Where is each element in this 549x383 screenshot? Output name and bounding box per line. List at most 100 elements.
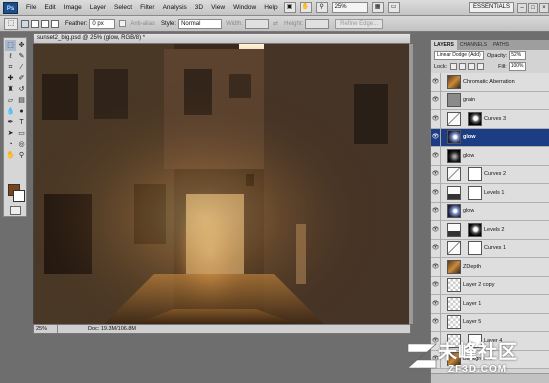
layer-row[interactable]: 👁 Layer 2 copy [431,276,549,295]
menu-window[interactable]: Window [229,0,260,16]
width-input[interactable] [245,18,270,29]
layer-thumbnail[interactable] [447,74,461,89]
bridge-icon[interactable]: ▣ [283,2,296,13]
lock-all-icon[interactable] [477,63,485,70]
layer-thumbnail[interactable] [447,111,461,126]
swap-icon[interactable]: ⇄ [273,20,278,27]
workspace-switcher[interactable]: ESSENTIALS [468,2,514,13]
add-selection-icon[interactable] [31,19,39,28]
intersect-selection-icon[interactable] [51,19,59,28]
visibility-eye-icon[interactable]: 👁 [431,294,441,313]
mask-link-icon[interactable] [463,241,467,255]
marquee-preset-icon[interactable]: ⬚ [4,17,18,30]
visibility-eye-icon[interactable]: 👁 [431,128,441,147]
menu-analysis[interactable]: Analysis [159,0,191,16]
layer-row[interactable]: 👁 ZDepth [431,257,549,277]
maximize-button[interactable]: □ [528,2,538,13]
subtract-selection-icon[interactable] [41,19,49,28]
height-input[interactable] [305,18,330,29]
blend-mode-select[interactable]: Linear Dodge (Add) [434,51,484,60]
3d-orbit-icon[interactable]: ◎ [16,139,27,150]
crop-tool-icon[interactable]: ⌗ [5,62,16,73]
visibility-eye-icon[interactable]: 👁 [431,257,441,276]
menu-layer[interactable]: Layer [86,0,110,16]
eraser-tool-icon[interactable]: ▱ [5,95,16,106]
brush-tool-icon[interactable]: ✐ [16,73,27,84]
layer-row[interactable]: 👁 Levels 2 [431,220,549,240]
menu-3d[interactable]: 3D [191,0,207,16]
marquee-tool-icon[interactable]: ⬚ [5,40,16,51]
close-button[interactable]: × [539,2,549,13]
visibility-eye-icon[interactable]: 👁 [431,165,441,184]
lasso-tool-icon[interactable]: ℓ [5,51,16,62]
status-zoom-field[interactable]: 25% [34,325,58,333]
stamp-tool-icon[interactable]: ♜ [5,84,16,95]
feather-input[interactable]: 0 px [89,18,116,29]
layer-mask-thumbnail[interactable] [468,222,482,237]
layer-row[interactable]: 👁 glow [431,202,549,221]
shape-tool-icon[interactable]: ▭ [16,128,27,139]
layer-thumbnail[interactable] [447,204,461,219]
path-select-icon[interactable]: ➤ [5,128,16,139]
quick-mask-icon[interactable] [10,206,21,215]
pen-tool-icon[interactable]: ✒ [5,117,16,128]
zoom-level-select[interactable]: 25% [331,2,368,13]
minimize-button[interactable]: – [517,2,527,13]
layer-row[interactable]: 👁 Layer 1 [431,294,549,314]
visibility-eye-icon[interactable]: 👁 [431,183,441,202]
menu-edit[interactable]: Edit [40,0,59,16]
quick-select-tool-icon[interactable]: ✎ [16,51,27,62]
menu-file[interactable]: File [22,0,40,16]
document-tab[interactable]: sunset2_big.psd @ 25% (glow, RGB/8) * [33,33,411,44]
layer-thumbnail[interactable] [447,167,461,182]
visibility-eye-icon[interactable]: 👁 [431,313,441,332]
zoom-icon[interactable]: ⚲ [315,2,328,13]
visibility-eye-icon[interactable]: 👁 [431,220,441,239]
visibility-eye-icon[interactable]: 👁 [431,91,441,110]
layer-row[interactable]: 👁 Curves 1 [431,239,549,258]
layer-thumbnail[interactable] [447,296,461,311]
hand-tool-icon[interactable]: ✋ [5,150,16,161]
menu-image[interactable]: Image [60,0,86,16]
menu-select[interactable]: Select [110,0,136,16]
mask-link-icon[interactable] [463,186,467,200]
visibility-eye-icon[interactable]: 👁 [431,109,441,128]
layer-thumbnail[interactable] [447,241,461,256]
layer-thumbnail[interactable] [447,278,461,293]
layer-mask-thumbnail[interactable] [468,167,482,182]
background-color-swatch[interactable] [13,190,25,202]
type-tool-icon[interactable]: T [16,117,27,128]
layer-thumbnail[interactable] [447,130,461,145]
layer-mask-thumbnail[interactable] [468,185,482,200]
blur-tool-icon[interactable]: 💧 [5,106,16,117]
refine-edge-button[interactable]: Refine Edge... [335,18,384,29]
move-tool-icon[interactable]: ✥ [16,40,27,51]
visibility-eye-icon[interactable]: 👁 [431,239,441,258]
layer-row[interactable]: 👁 Chromatic Aberration [431,73,549,92]
opacity-input[interactable]: 52% [509,51,527,60]
visibility-eye-icon[interactable]: 👁 [431,73,441,91]
tab-channels[interactable]: CHANNELS [457,40,490,50]
mask-link-icon[interactable] [463,112,467,126]
menu-view[interactable]: View [207,0,229,16]
3d-rotate-icon[interactable]: ◔ [5,139,16,150]
fill-input[interactable]: 100% [508,62,526,71]
tab-paths[interactable]: PATHS [490,40,512,50]
history-brush-icon[interactable]: ↺ [16,84,27,95]
new-selection-icon[interactable] [21,19,29,28]
layer-thumbnail[interactable] [447,148,461,163]
lock-transparent-icon[interactable] [450,63,458,70]
visibility-eye-icon[interactable]: 👁 [431,202,441,221]
arrange-icon[interactable]: ▦ [371,2,384,13]
layer-row[interactable]: 👁 Curves 2 [431,165,549,184]
layer-mask-thumbnail[interactable] [468,111,482,126]
layer-row[interactable]: 👁 Curves 3 [431,109,549,129]
layer-thumbnail[interactable] [447,222,461,237]
tab-layers[interactable]: LAYERS [431,40,457,50]
menu-help[interactable]: Help [260,0,281,16]
layer-thumbnail[interactable] [447,259,461,274]
visibility-eye-icon[interactable]: 👁 [431,146,441,165]
style-select[interactable]: Normal [178,18,223,29]
hand-icon[interactable]: ✋ [299,2,312,13]
layer-row[interactable]: 👁 glow [431,146,549,166]
